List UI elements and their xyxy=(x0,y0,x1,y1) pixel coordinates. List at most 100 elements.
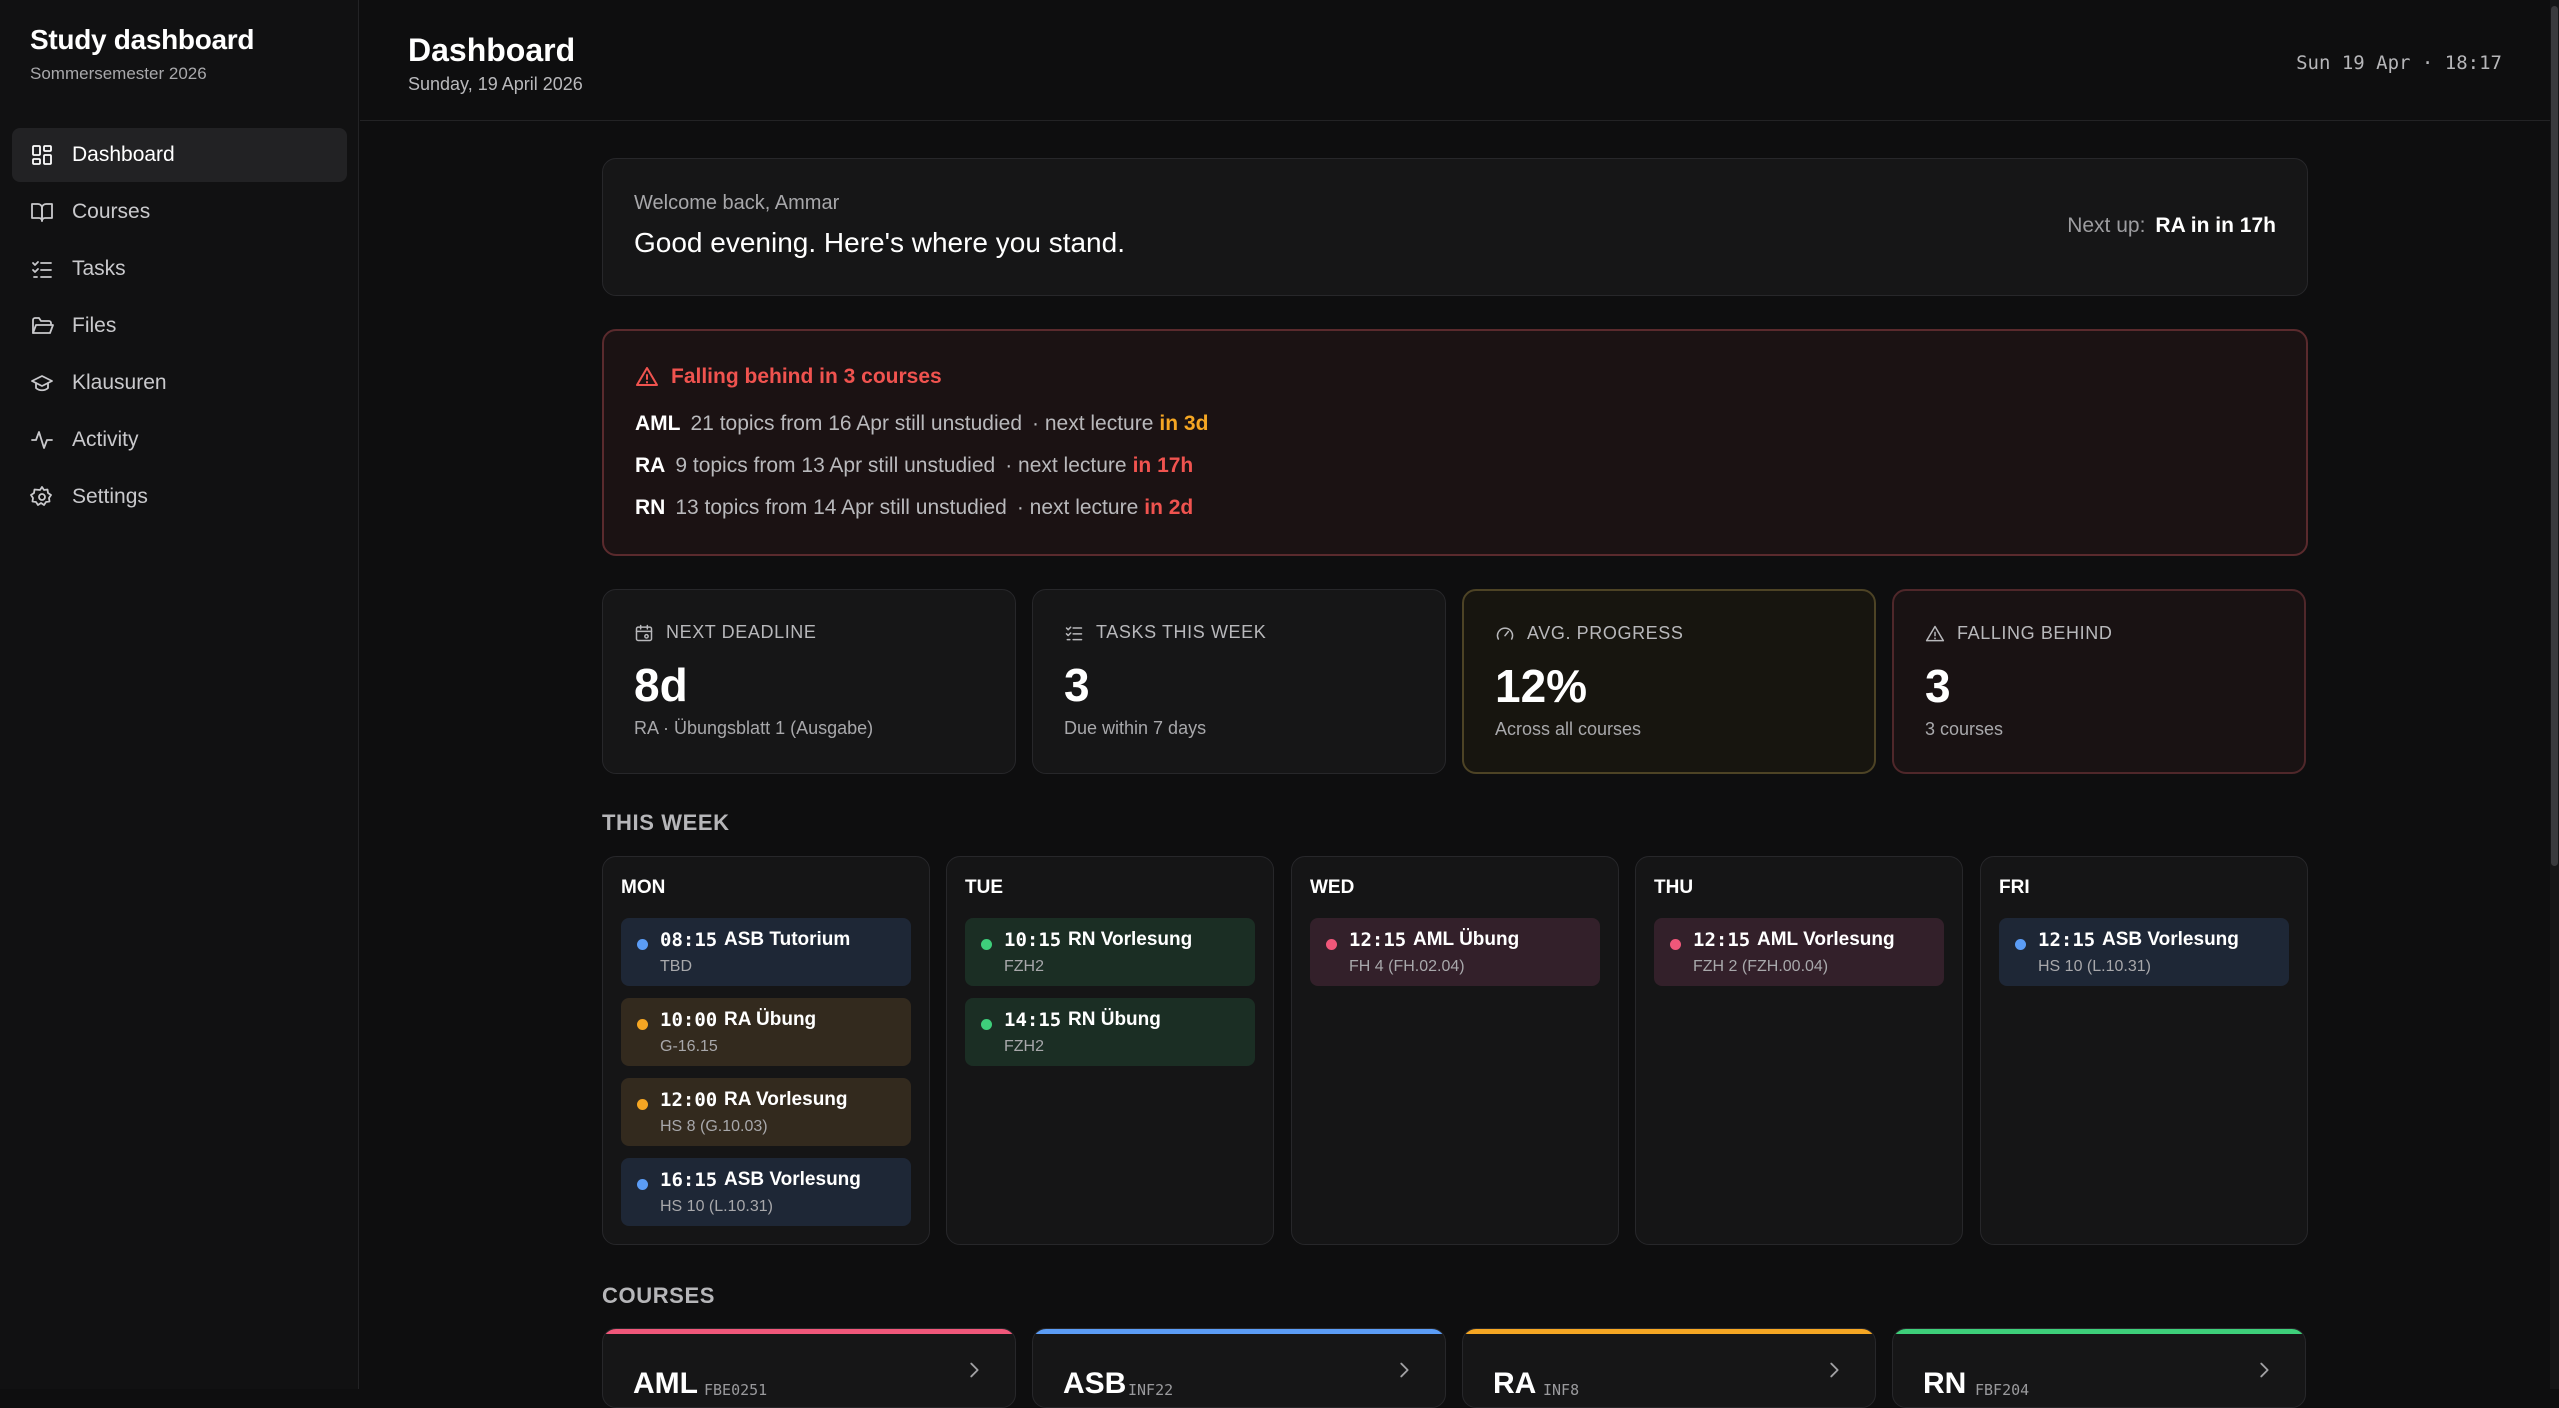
event-title: AML Vorlesung xyxy=(1757,929,1895,950)
event-card[interactable]: 12:15 AML Übung FH 4 (FH.02.04) xyxy=(1310,918,1600,986)
day-name: FRI xyxy=(1999,877,2030,898)
alert-sep: · next lecture xyxy=(1016,496,1139,519)
stat-sub: Across all courses xyxy=(1495,719,1642,739)
stat-falling-behind[interactable]: FALLING BEHIND 3 3 courses xyxy=(1892,589,2306,774)
event-time: 10:00 xyxy=(660,1009,718,1031)
stat-label-row: TASKS THIS WEEK xyxy=(1064,622,1266,643)
this-week-title: THIS WEEK xyxy=(602,810,730,835)
course-code: AML xyxy=(633,1367,698,1400)
alert-row-aml[interactable]: AML 21 topics from 16 Apr still unstudied… xyxy=(635,412,1208,436)
alert-text: 13 topics from 14 Apr still unstudied xyxy=(675,496,1007,519)
event-time: 12:15 xyxy=(1693,929,1751,951)
sidebar-item-settings[interactable]: Settings xyxy=(12,470,347,524)
stat-next-deadline[interactable]: NEXT DEADLINE 8d RA · Übungsblatt 1 (Aus… xyxy=(602,589,1016,774)
semester-label: Sommersemester 2026 xyxy=(30,64,207,83)
event-card[interactable]: 10:15 RN Vorlesung FZH2 xyxy=(965,918,1255,986)
next-up[interactable]: Next up: RA in in 17h xyxy=(2067,214,2276,238)
stat-value: 3 xyxy=(1925,660,1951,712)
course-card-ra[interactable]: RA INF8 xyxy=(1462,1328,1876,1408)
next-up-value: RA in in 17h xyxy=(2155,214,2276,237)
event-location: HS 10 (L.10.31) xyxy=(2038,958,2151,975)
stat-tasks-this-week[interactable]: TASKS THIS WEEK 3 Due within 7 days xyxy=(1032,589,1446,774)
sidebar-item-label: Courses xyxy=(72,200,151,223)
event-card[interactable]: 16:15 ASB Vorlesung HS 10 (L.10.31) xyxy=(621,1158,911,1226)
sidebar-item-label: Klausuren xyxy=(72,371,167,394)
welcome-card: Welcome back, Ammar Good evening. Here's… xyxy=(602,158,2308,296)
sidebar-item-tasks[interactable]: Tasks xyxy=(12,242,347,296)
gauge-icon xyxy=(1496,626,1514,640)
day-column-fri: FRI 12:15 ASB Vorlesung HS 10 (L.10.31) xyxy=(1980,856,2308,1245)
page-date: Sunday, 19 April 2026 xyxy=(408,74,583,94)
course-code: RN xyxy=(1923,1367,1967,1400)
chevron-right-icon xyxy=(970,1362,979,1378)
alert-row-ra[interactable]: RA 9 topics from 13 Apr still unstudied · … xyxy=(635,454,1193,478)
chevron-right-icon xyxy=(2260,1362,2269,1378)
event-card[interactable]: 10:00 RA Übung G-16.15 xyxy=(621,998,911,1066)
welcome-greeting: Welcome back, Ammar xyxy=(634,192,840,214)
checklist-icon xyxy=(30,257,54,281)
stat-sub: RA · Übungsblatt 1 (Ausgabe) xyxy=(634,718,874,738)
scrollbar[interactable] xyxy=(2550,0,2559,1389)
alert-course-code: RN xyxy=(635,496,666,519)
event-card[interactable]: 12:15 ASB Vorlesung HS 10 (L.10.31) xyxy=(1999,918,2289,986)
clock: Sun 19 Apr · 18:17 xyxy=(2296,52,2502,74)
stat-label-row: AVG. PROGRESS xyxy=(1495,623,1684,644)
course-card-aml[interactable]: AML FBE0251 xyxy=(602,1328,1016,1408)
event-color-dot xyxy=(637,1019,648,1030)
event-card[interactable]: 12:00 RA Vorlesung HS 8 (G.10.03) xyxy=(621,1078,911,1146)
alert-header: Falling behind in 3 courses xyxy=(635,365,942,389)
event-color-dot xyxy=(1326,939,1337,950)
alert-course-code: AML xyxy=(635,412,681,435)
course-card-rn[interactable]: RN FBF204 xyxy=(1892,1328,2306,1408)
chevron-right-icon xyxy=(1400,1362,1409,1378)
event-time: 14:15 xyxy=(1004,1009,1062,1031)
sidebar-item-label: Settings xyxy=(72,485,148,508)
stat-sub: Due within 7 days xyxy=(1064,718,1207,738)
stat-avg-progress[interactable]: AVG. PROGRESS 12% Across all courses xyxy=(1462,589,1876,774)
sidebar-item-courses[interactable]: Courses xyxy=(12,185,347,239)
welcome-headline: Good evening. Here's where you stand. xyxy=(634,227,1125,258)
event-card[interactable]: 14:15 RN Übung FZH2 xyxy=(965,998,1255,1066)
sidebar-item-files[interactable]: Files xyxy=(12,299,347,353)
day-column-mon: MON 08:15 ASB Tutorium TBD 10:00 RA Übun… xyxy=(602,856,930,1245)
scrollbar-thumb[interactable] xyxy=(2551,6,2558,866)
course-code: ASB xyxy=(1063,1367,1127,1400)
event-card[interactable]: 08:15 ASB Tutorium TBD xyxy=(621,918,911,986)
sidebar-item-label: Tasks xyxy=(72,257,126,280)
sidebar: Study dashboard Sommersemester 2026 Dash… xyxy=(0,0,359,1389)
event-location: G-16.15 xyxy=(660,1038,718,1055)
event-time: 08:15 xyxy=(660,929,718,951)
alert-text: 9 topics from 13 Apr still unstudied xyxy=(675,454,996,477)
event-color-dot xyxy=(981,1019,992,1030)
graduation-cap-icon xyxy=(30,371,54,395)
warning-triangle-icon xyxy=(1925,625,1945,641)
sidebar-item-label: Dashboard xyxy=(72,143,175,166)
stat-value: 3 xyxy=(1064,659,1090,711)
stat-label: FALLING BEHIND xyxy=(1957,623,2113,643)
sidebar-item-dashboard[interactable]: Dashboard xyxy=(12,128,347,182)
alert-row-rn[interactable]: RN 13 topics from 14 Apr still unstudied ·… xyxy=(635,496,1193,520)
event-time: 12:15 xyxy=(1349,929,1407,951)
course-card-asb[interactable]: ASB INF22 xyxy=(1032,1328,1446,1408)
course-id: INF22 xyxy=(1128,1381,1174,1399)
alert-when: in 17h xyxy=(1132,454,1194,477)
event-card[interactable]: 12:15 AML Vorlesung FZH 2 (FZH.00.04) xyxy=(1654,918,1944,986)
sidebar-nav: Dashboard Courses Tasks Files Klausuren … xyxy=(12,128,347,527)
warning-triangle-icon xyxy=(636,367,658,386)
event-time: 16:15 xyxy=(660,1169,718,1191)
sidebar-item-klausuren[interactable]: Klausuren xyxy=(12,356,347,410)
alert-when: in 2d xyxy=(1144,496,1194,519)
event-location: HS 10 (L.10.31) xyxy=(660,1198,773,1215)
checklist-icon xyxy=(1065,625,1083,640)
event-color-dot xyxy=(637,939,648,950)
courses-title: COURSES xyxy=(602,1283,715,1308)
dashboard-grid-icon xyxy=(30,143,54,167)
course-color-bar xyxy=(1893,1329,2305,1334)
stat-label: TASKS THIS WEEK xyxy=(1096,622,1267,642)
sidebar-item-label: Files xyxy=(72,314,117,337)
course-color-bar xyxy=(1463,1329,1875,1334)
course-code: RA xyxy=(1493,1367,1537,1400)
stat-label: NEXT DEADLINE xyxy=(666,622,817,642)
sidebar-item-activity[interactable]: Activity xyxy=(12,413,347,467)
day-column-wed: WED 12:15 AML Übung FH 4 (FH.02.04) xyxy=(1291,856,1619,1245)
